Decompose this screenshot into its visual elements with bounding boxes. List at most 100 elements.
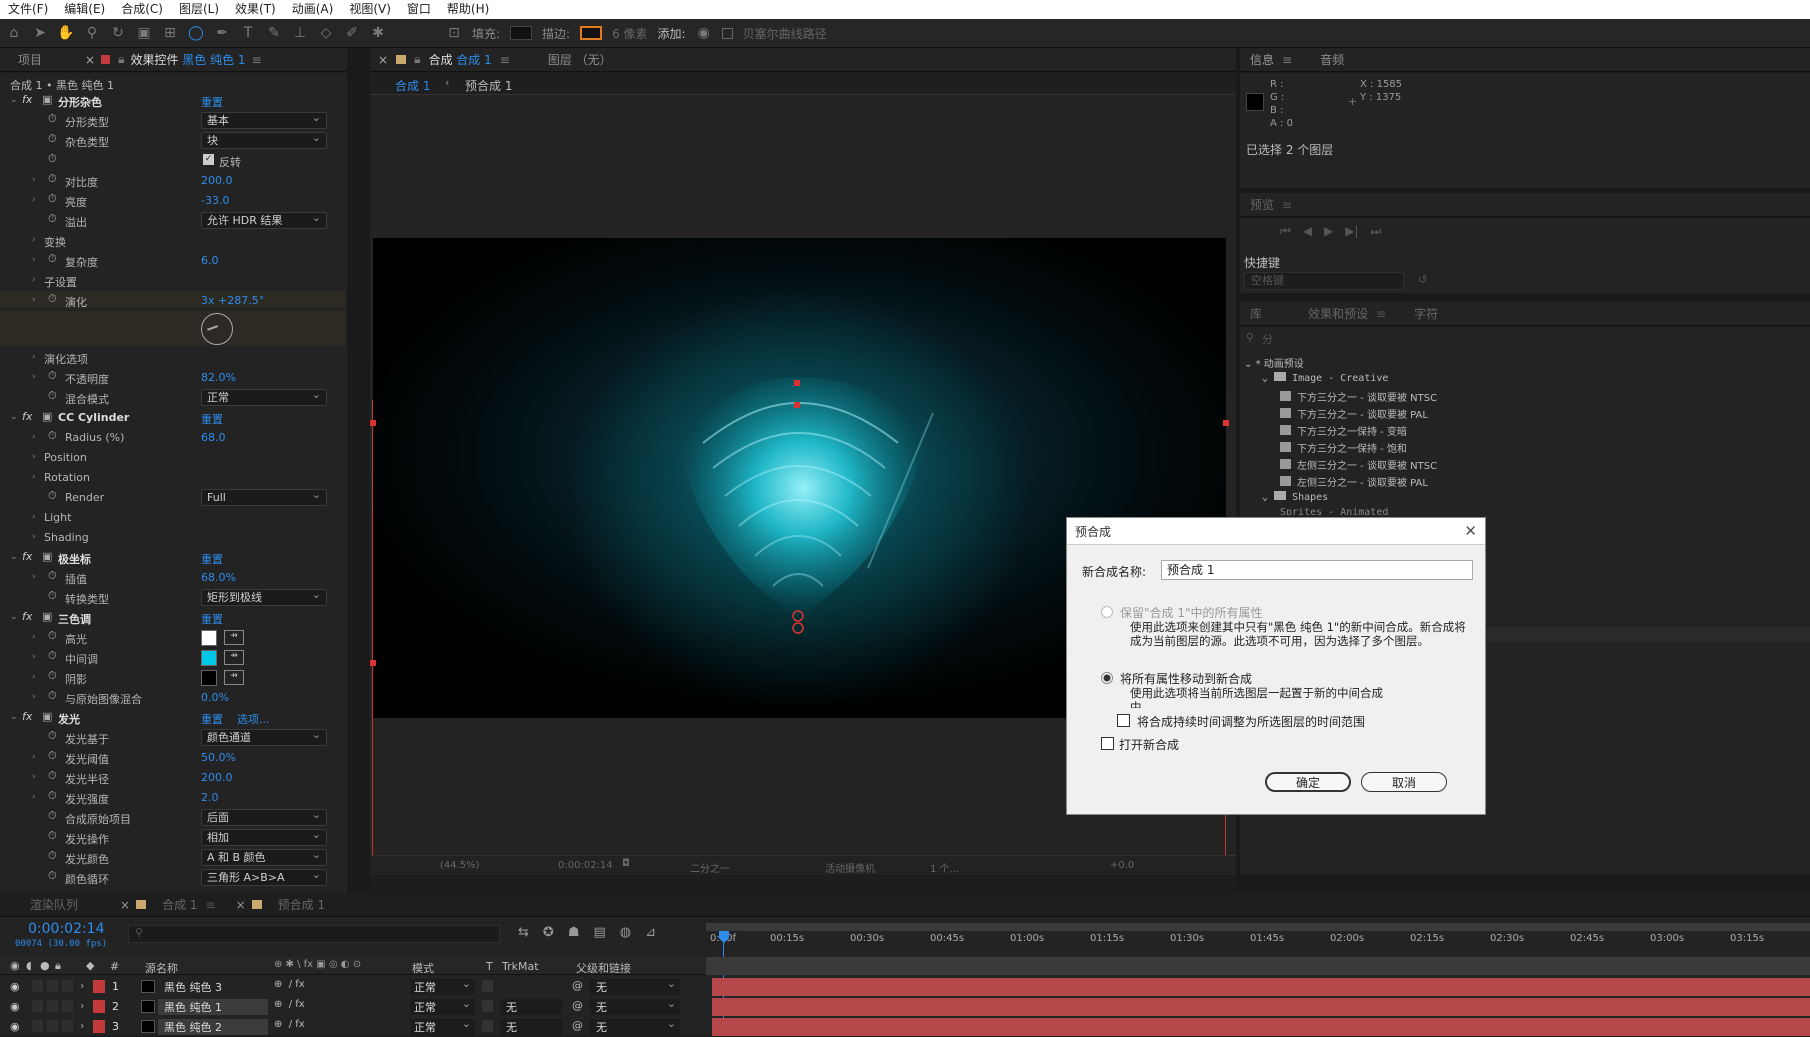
stopwatch-icon[interactable]: ⏱ — [48, 789, 57, 803]
property-select[interactable]: 相加 — [201, 827, 327, 846]
property-value[interactable]: 68.0% — [201, 571, 236, 584]
preset-item[interactable]: 下方三分之一 - 谈取要被 PAL — [1280, 406, 1428, 421]
play-icon[interactable]: ▶ — [1324, 224, 1333, 239]
evolution-dial[interactable] — [201, 313, 233, 345]
stopwatch-icon[interactable]: ⏱ — [48, 252, 57, 266]
col-trkmat[interactable]: TrkMat — [502, 960, 539, 973]
stopwatch-icon[interactable]: ⏱ — [48, 729, 57, 743]
eraser-tool-icon[interactable]: ◇ — [318, 25, 334, 41]
preset-item[interactable]: 左侧三分之一 - 谈取要被 NTSC — [1280, 457, 1437, 472]
twirl-icon[interactable]: › — [32, 752, 36, 762]
preset-item[interactable]: 下方三分之一保持 - 饱和 — [1280, 440, 1407, 455]
preview-menu-icon[interactable]: ≡ — [1282, 198, 1292, 212]
canvas-handle-left[interactable] — [370, 420, 376, 426]
menu-item[interactable]: 窗口 — [399, 0, 439, 19]
close-icon[interactable]: × — [85, 53, 95, 67]
footer-camera[interactable]: 活动摄像机 — [825, 860, 875, 875]
property-select[interactable]: 允许 HDR 结果 — [201, 210, 327, 229]
fill-swatch[interactable] — [510, 26, 533, 40]
home-icon[interactable]: ⌂ — [6, 25, 22, 41]
tab-render-queue[interactable]: 渲染队列 — [0, 896, 120, 913]
group-label[interactable]: 子设置 — [44, 274, 77, 290]
tab-audio[interactable]: 音频 — [1312, 51, 1352, 68]
layer-name[interactable]: 黑色 纯色 3 — [158, 979, 268, 995]
twirl-icon[interactable]: › — [32, 512, 36, 522]
effect-name[interactable]: CC Cylinder — [58, 411, 129, 424]
stopwatch-icon[interactable]: ⏱ — [48, 389, 57, 403]
twirl-icon[interactable]: › — [32, 372, 36, 382]
footer-views[interactable]: 1 个... — [930, 860, 959, 875]
canvas-handle-bottom-left[interactable] — [370, 660, 376, 666]
graph-editor-icon[interactable]: ⊿ — [645, 925, 656, 940]
stopwatch-icon[interactable]: ⏱ — [48, 589, 57, 603]
preset-item[interactable]: 下方三分之一 - 谈取要被 NTSC — [1280, 389, 1437, 404]
layer-duration-bar[interactable] — [712, 998, 1810, 1016]
option-move-attributes-radio[interactable] — [1101, 672, 1113, 684]
crumb-precomp1[interactable]: 预合成 1 — [465, 77, 512, 94]
tab-preview[interactable]: 预览 — [1240, 196, 1282, 213]
stopwatch-icon[interactable]: ⏱ — [48, 629, 57, 643]
tree-folder-shapes[interactable]: ⌄ Shapes — [1262, 491, 1328, 503]
stopwatch-icon[interactable]: ⏱ — [48, 132, 57, 146]
twirl-icon[interactable]: › — [80, 1019, 84, 1032]
eyedropper-icon[interactable]: ⇸ — [224, 650, 244, 665]
layer-switches[interactable]: ⊕ / fx — [274, 979, 305, 990]
tab-timeline-precomp[interactable]: 预合成 1 — [270, 896, 333, 913]
stopwatch-icon[interactable]: ⏱ — [48, 112, 57, 126]
bezier-checkbox[interactable] — [721, 27, 733, 39]
stopwatch-icon[interactable]: ⏱ — [48, 669, 57, 683]
fx-icon[interactable]: fx — [22, 93, 32, 106]
effect-name[interactable]: 分形杂色 — [58, 94, 102, 110]
trkmat-select[interactable]: 无 — [500, 999, 562, 1015]
twirl-icon[interactable]: › — [80, 979, 84, 992]
audio-toggle[interactable] — [32, 1020, 43, 1032]
property-value[interactable]: -33.0 — [201, 194, 229, 207]
visibility-eye-icon[interactable]: ◉ — [10, 1020, 20, 1033]
trkmat-select[interactable]: 无 — [500, 1019, 562, 1035]
stopwatch-icon[interactable]: ⏱ — [48, 489, 57, 503]
eyedropper-icon[interactable]: ⇸ — [224, 630, 244, 645]
reset-link[interactable]: 重置 — [201, 611, 223, 627]
property-value[interactable]: 6.0 — [201, 254, 219, 267]
footer-exposure[interactable]: +0.0 — [1110, 860, 1134, 871]
stopwatch-icon[interactable]: ⏱ — [48, 649, 57, 663]
stroke-swatch[interactable] — [580, 26, 603, 40]
t-toggle[interactable] — [482, 980, 493, 992]
stopwatch-icon[interactable]: ⏱ — [48, 829, 57, 843]
menu-item[interactable]: 合成(C) — [113, 0, 171, 19]
dialog-close-icon[interactable]: ✕ — [1464, 522, 1477, 540]
twirl-icon[interactable]: ⌄ — [10, 552, 18, 562]
camera-tool-icon[interactable]: ▣ — [136, 25, 152, 41]
twirl-icon[interactable]: › — [32, 672, 36, 682]
fx-icon[interactable]: fx — [22, 610, 32, 623]
stopwatch-icon[interactable]: ⏱ — [48, 749, 57, 763]
tab-info[interactable]: 信息 — [1240, 51, 1282, 68]
reset-link[interactable]: 重置 — [201, 411, 223, 427]
property-value[interactable]: 200.0 — [201, 771, 233, 784]
label-color[interactable] — [93, 1020, 105, 1033]
group-label[interactable]: Shading — [44, 531, 89, 544]
mode-select[interactable]: 正常 ⌄ — [410, 1017, 475, 1035]
timeline-close-icon[interactable]: × — [120, 898, 130, 912]
precomp-close-icon[interactable]: × — [236, 898, 246, 912]
preset-item[interactable]: 下方三分之一保持 - 变暗 — [1280, 423, 1407, 438]
snap-icon[interactable]: ⊡ — [446, 25, 462, 41]
stroke-width[interactable]: 6 像素 — [612, 25, 647, 42]
brush-tool-icon[interactable]: ✎ — [266, 25, 282, 41]
twirl-icon[interactable]: ⌄ — [10, 712, 18, 722]
lock-toggle[interactable] — [62, 980, 73, 992]
tree-folder-sprites[interactable]: Sprites - Animated — [1280, 507, 1388, 515]
tree-folder-image-creative[interactable]: ⌄ Image - Creative — [1262, 372, 1388, 384]
timeline-timecode[interactable]: 0:00:02:14 — [28, 921, 105, 937]
layer-switches[interactable]: ⊕ / fx — [274, 999, 305, 1010]
effect-name[interactable]: 发光 — [58, 711, 80, 727]
time-ruler[interactable]: 0:00f00:15s00:30s00:45s01:00s01:15s01:30… — [706, 923, 1810, 953]
timeline-menu-icon[interactable]: ≡ — [206, 898, 216, 912]
visibility-eye-icon[interactable]: ◉ — [10, 1000, 20, 1013]
stopwatch-icon[interactable]: ⏱ — [48, 869, 57, 883]
tab-character[interactable]: 字符 — [1406, 305, 1446, 322]
effect-name[interactable]: 极坐标 — [58, 551, 91, 567]
twirl-icon[interactable]: › — [32, 235, 36, 245]
group-label[interactable]: Rotation — [44, 471, 90, 484]
fx-icon[interactable]: fx — [22, 550, 32, 563]
